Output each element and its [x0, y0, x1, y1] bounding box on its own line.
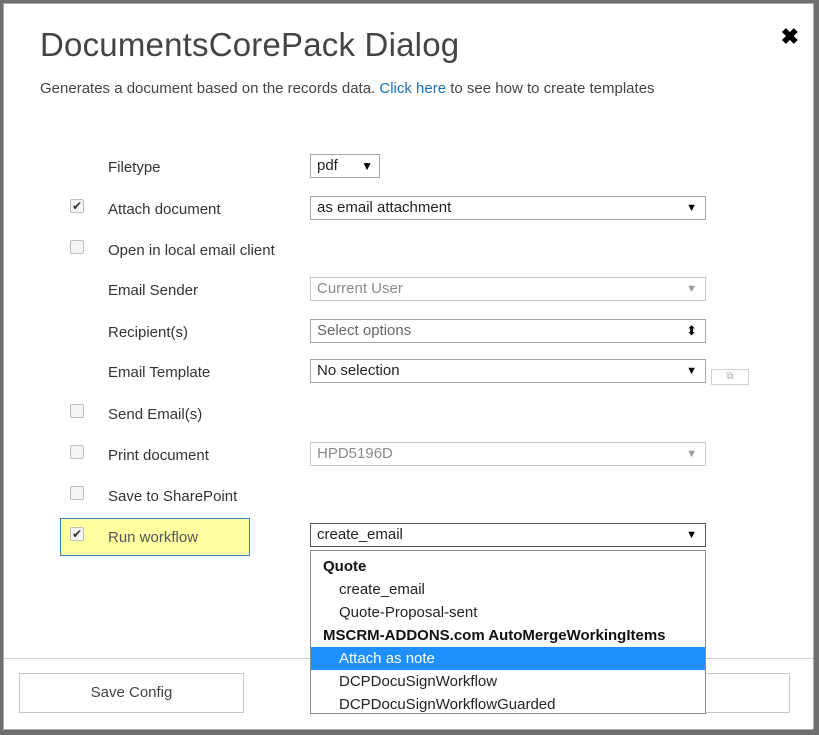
templates-help-link[interactable]: Click here: [379, 80, 446, 97]
dropdown-option[interactable]: create_email: [311, 578, 705, 601]
attach-document-label: Attach document: [108, 201, 221, 218]
chevron-down-icon: ▼: [686, 529, 697, 541]
chevron-down-icon: ▼: [686, 448, 697, 460]
email-sender-label: Email Sender: [108, 282, 199, 299]
external-link-icon[interactable]: ⧉: [711, 369, 749, 385]
chevron-down-icon: ▼: [361, 159, 373, 173]
run-workflow-label: Run workflow: [108, 529, 199, 546]
save-sharepoint-label: Save to SharePoint: [108, 488, 238, 505]
dropdown-option[interactable]: DCPDocuSignWorkflow: [311, 670, 705, 693]
recipients-placeholder: Select options: [317, 322, 412, 339]
printer-value: HPD5196D: [317, 445, 393, 462]
dialog-title: DocumentsCorePack Dialog: [40, 26, 460, 63]
email-template-label: Email Template: [108, 364, 211, 381]
email-template-select[interactable]: No selection ▼: [310, 359, 706, 383]
workflow-select[interactable]: create_email ▼: [310, 523, 706, 547]
documentscorepack-dialog: DocumentsCorePack Dialog ✖ Generates a d…: [3, 3, 814, 730]
print-document-checkbox[interactable]: [70, 445, 84, 459]
dropdown-group-label: Quote: [323, 558, 367, 575]
dropdown-option[interactable]: DCPDocuSignWorkflowGuarded: [311, 693, 705, 716]
filetype-value: pdf: [317, 157, 338, 174]
chevron-down-icon: ▼: [686, 283, 697, 295]
email-sender-select: Current User ▼: [310, 277, 706, 301]
workflow-value: create_email: [317, 526, 403, 543]
recipients-label: Recipient(s): [108, 324, 189, 341]
close-icon[interactable]: ✖: [781, 26, 799, 48]
chevron-down-icon: ▼: [686, 202, 697, 214]
open-local-email-checkbox[interactable]: [70, 240, 84, 254]
dropdown-group-label: MSCRM-ADDONS.com AutoMergeWorkingItems: [323, 627, 666, 644]
printer-select: HPD5196D ▼: [310, 442, 706, 466]
updown-icon: ⬍: [686, 323, 697, 338]
email-sender-value: Current User: [317, 280, 403, 297]
print-document-label: Print document: [108, 447, 209, 464]
attach-document-checkbox[interactable]: ✔: [70, 199, 84, 213]
recipients-multiselect[interactable]: Select options ⬍: [310, 319, 706, 343]
attach-mode-select[interactable]: as email attachment ▼: [310, 196, 706, 220]
subtitle-text: Generates a document based on the record…: [40, 80, 376, 97]
chevron-down-icon: ▼: [686, 365, 697, 377]
send-emails-label: Send Email(s): [108, 406, 203, 423]
save-sharepoint-checkbox[interactable]: [70, 486, 84, 500]
filetype-select[interactable]: pdf ▼: [310, 154, 380, 178]
dropdown-option[interactable]: Quote-Proposal-sent: [311, 601, 705, 624]
email-template-value: No selection: [317, 362, 400, 379]
send-emails-checkbox[interactable]: [70, 404, 84, 418]
filetype-label: Filetype: [108, 159, 161, 176]
subtitle-text-after: to see how to create templates: [450, 80, 655, 97]
open-local-email-label: Open in local email client: [108, 242, 275, 259]
run-workflow-checkbox[interactable]: ✔: [70, 527, 84, 541]
dialog-subtitle: Generates a document based on the record…: [40, 80, 655, 97]
attach-mode-value: as email attachment: [317, 199, 452, 216]
save-config-button[interactable]: Save Config: [19, 673, 244, 713]
workflow-dropdown-list: Quote create_email Quote-Proposal-sent M…: [310, 550, 706, 714]
dropdown-option-selected[interactable]: Attach as note: [311, 647, 705, 670]
